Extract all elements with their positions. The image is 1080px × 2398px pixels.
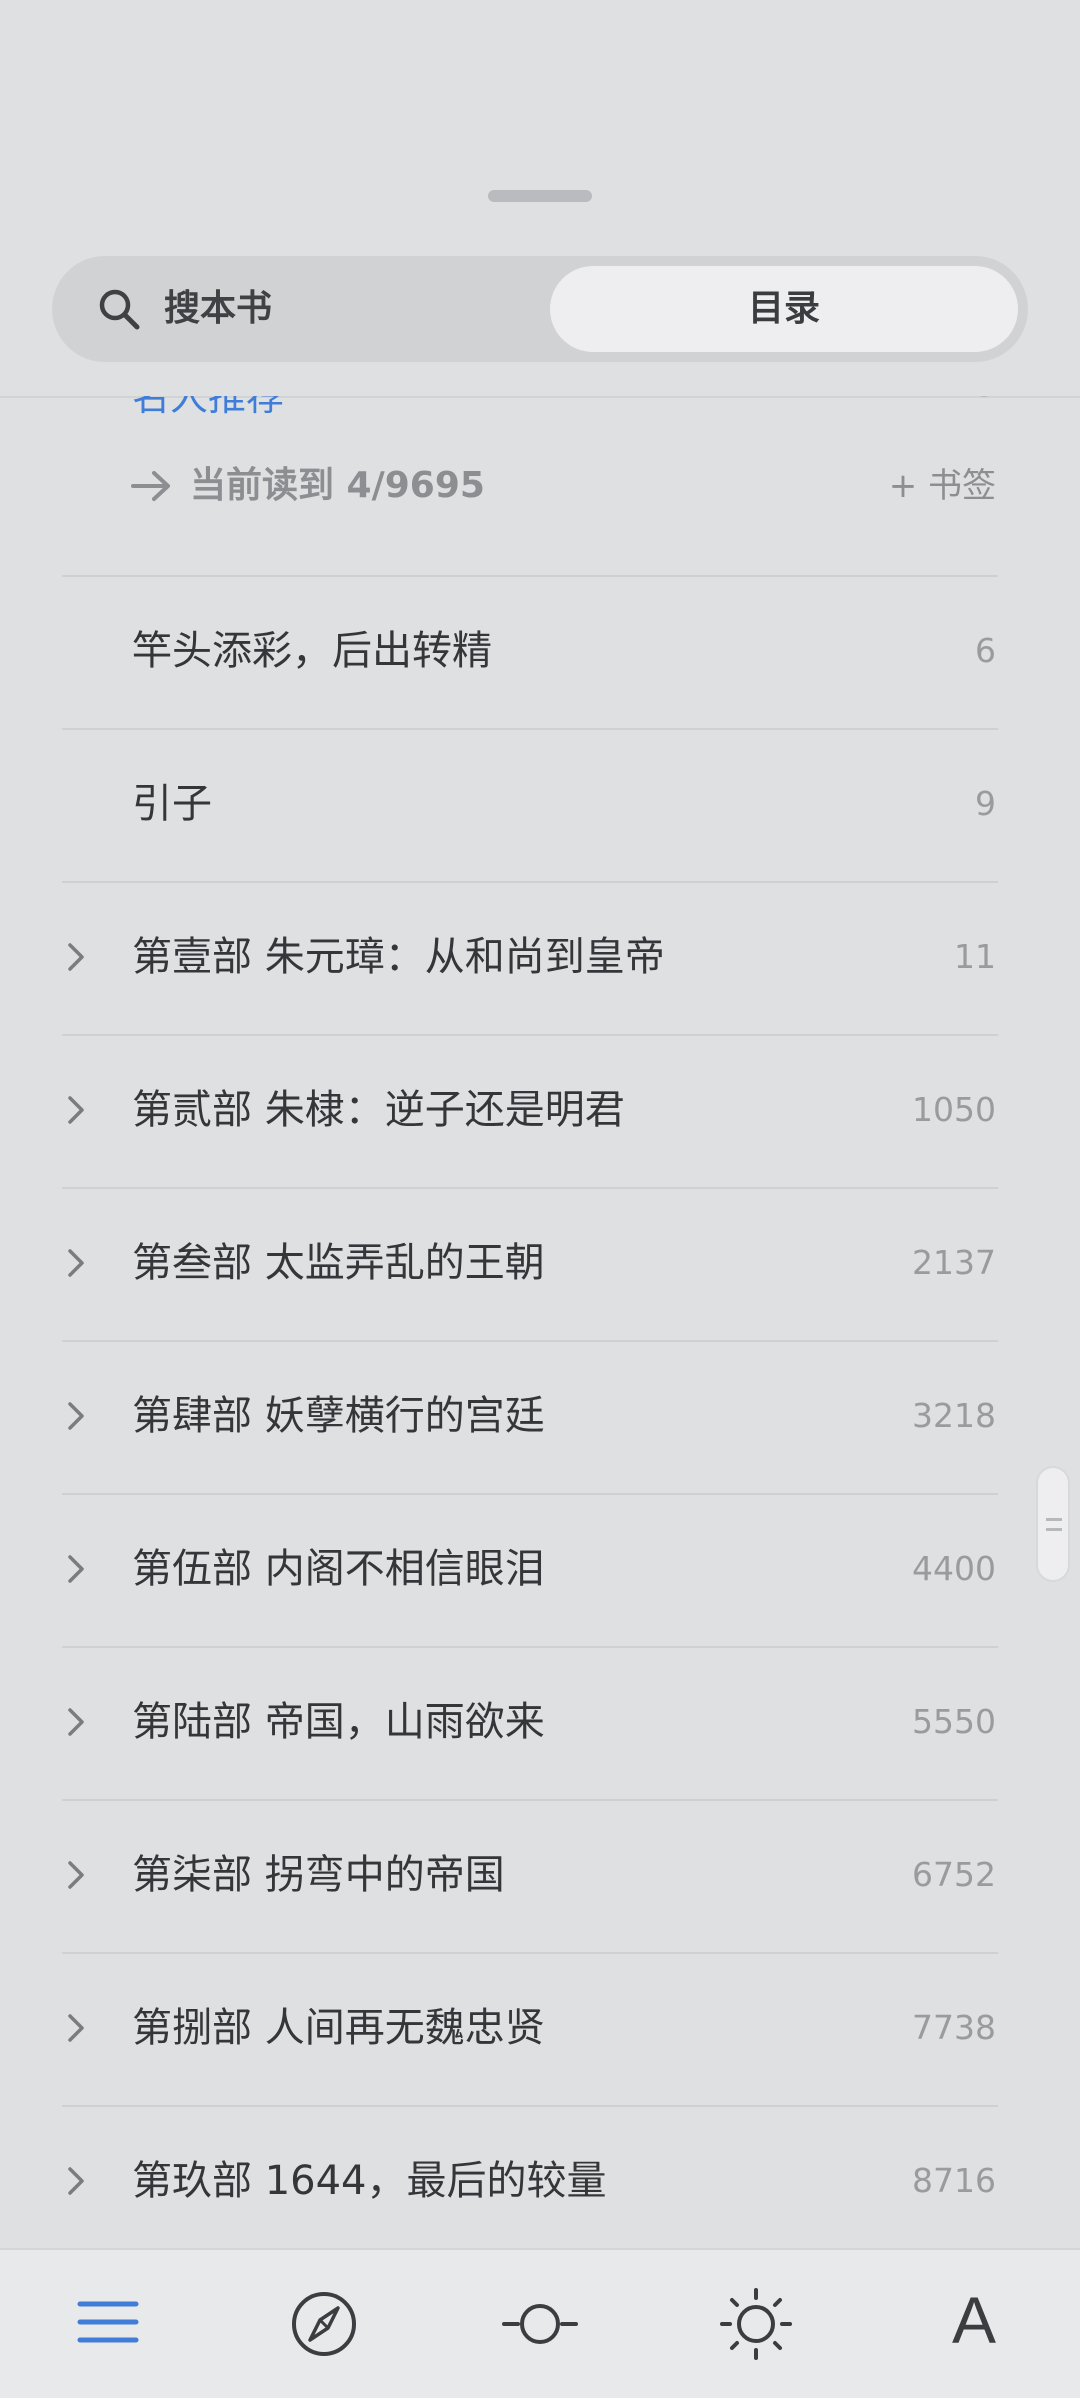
toc-item[interactable]: 竿头添彩，后出转精 6 xyxy=(0,575,1080,727)
chevron-right-icon[interactable] xyxy=(62,1396,90,1436)
toc-item-title: 第肆部 妖孽横行的宫廷 xyxy=(132,1393,545,1439)
toc-item-page: 1050 xyxy=(912,1090,996,1129)
grip-line xyxy=(1046,1518,1062,1521)
toc-item-page: 6 xyxy=(975,631,996,670)
toc-item-title: 第贰部 朱棣：逆子还是明君 xyxy=(132,1087,625,1133)
toc-item[interactable]: 第陆部 帝国，山雨欲来 5550 xyxy=(0,1646,1080,1798)
toc-item[interactable]: 第肆部 妖孽横行的宫廷 3218 xyxy=(0,1340,1080,1492)
brightness-button[interactable] xyxy=(716,2284,796,2364)
toc-item-page: 7738 xyxy=(912,2008,996,2047)
font-settings-button[interactable]: A xyxy=(934,2270,1014,2370)
toc-item[interactable]: 引子 9 xyxy=(0,728,1080,880)
toc-item-title: 名人推荐 xyxy=(132,396,285,419)
chevron-right-icon[interactable] xyxy=(62,1243,90,1283)
toc-item[interactable]: 第玖部 1644，最后的较量 8716 xyxy=(0,2105,1080,2248)
toc-item-partial[interactable]: 名人推荐 3 xyxy=(0,396,1080,424)
toc-item[interactable]: 第叁部 太监弄乱的王朝 2137 xyxy=(0,1187,1080,1339)
chevron-right-icon[interactable] xyxy=(62,2161,90,2201)
segmented-control: 搜本书 目录 xyxy=(52,256,1028,362)
current-position-row: 当前读到 4/9695 + 书签 xyxy=(0,458,1080,514)
scrollbar-thumb[interactable] xyxy=(1036,1466,1070,1582)
toc-item-title: 引子 xyxy=(132,781,212,827)
chevron-right-icon[interactable] xyxy=(62,2008,90,2048)
toc-item-page: 8716 xyxy=(912,2161,996,2200)
current-position-text: 当前读到 4/9695 xyxy=(190,465,485,506)
toc-item[interactable]: 第壹部 朱元璋：从和尚到皇帝 11 xyxy=(0,881,1080,1033)
toc-item-page: 3 xyxy=(976,396,996,404)
toc-item-page: 6752 xyxy=(912,1855,996,1894)
drag-handle[interactable] xyxy=(488,190,592,202)
toc-item-page: 4400 xyxy=(912,1549,996,1588)
chevron-right-icon[interactable] xyxy=(62,1549,90,1589)
toc-toolbar-button[interactable] xyxy=(68,2284,148,2364)
list-icon xyxy=(77,2301,139,2343)
toc-item[interactable]: 第伍部 内阁不相信眼泪 4400 xyxy=(0,1493,1080,1645)
chevron-right-icon[interactable] xyxy=(62,1855,90,1895)
toc-item-title: 第叁部 太监弄乱的王朝 xyxy=(132,1240,545,1286)
toc-panel: 搜本书 目录 名人推荐 3 当前读到 4/9695 + 书签 竿头添彩，后出转精… xyxy=(0,0,1080,2398)
add-bookmark-button[interactable]: + 书签 xyxy=(889,458,996,514)
toc-item-page: 5550 xyxy=(912,1702,996,1741)
toc-item[interactable]: 第柒部 拐弯中的帝国 6752 xyxy=(0,1799,1080,1951)
toc-item-title: 第玖部 1644，最后的较量 xyxy=(132,2158,607,2204)
toc-item-title: 第柒部 拐弯中的帝国 xyxy=(132,1852,505,1898)
toc-list[interactable]: 名人推荐 3 当前读到 4/9695 + 书签 竿头添彩，后出转精 6 引子 9 第壹部… xyxy=(0,396,1080,2248)
chevron-right-icon[interactable] xyxy=(62,1090,90,1130)
toc-item-title: 第捌部 人间再无魏忠贤 xyxy=(132,2005,545,2051)
chevron-right-icon[interactable] xyxy=(62,1702,90,1742)
toc-item[interactable]: 第捌部 人间再无魏忠贤 7738 xyxy=(0,1952,1080,2104)
progress-slider-icon xyxy=(502,2304,578,2344)
explore-button[interactable] xyxy=(284,2284,364,2364)
toc-item-title: 竿头添彩，后出转精 xyxy=(132,628,492,674)
toc-item-title: 第陆部 帝国，山雨欲来 xyxy=(132,1699,545,1745)
tab-toc[interactable]: 目录 xyxy=(550,266,1018,352)
chevron-right-icon[interactable] xyxy=(62,937,90,977)
search-book-button[interactable]: 搜本书 xyxy=(52,256,542,362)
search-icon xyxy=(96,286,142,332)
bottom-toolbar: A xyxy=(0,2248,1080,2398)
toc-item[interactable]: 第贰部 朱棣：逆子还是明君 1050 xyxy=(0,1034,1080,1186)
toc-item-title: 第壹部 朱元璋：从和尚到皇帝 xyxy=(132,934,665,980)
toc-item-page: 3218 xyxy=(912,1396,996,1435)
compass-icon xyxy=(292,2292,356,2356)
search-book-label: 搜本书 xyxy=(164,288,273,329)
grip-line xyxy=(1046,1528,1062,1531)
toc-item-page: 2137 xyxy=(912,1243,996,1282)
progress-button[interactable] xyxy=(500,2284,580,2364)
sun-icon xyxy=(720,2288,792,2360)
toc-item-title: 第伍部 内阁不相信眼泪 xyxy=(132,1546,545,1592)
arrow-right-icon xyxy=(130,466,172,506)
toc-item-page: 11 xyxy=(954,937,996,976)
toc-item-page: 9 xyxy=(975,784,996,823)
